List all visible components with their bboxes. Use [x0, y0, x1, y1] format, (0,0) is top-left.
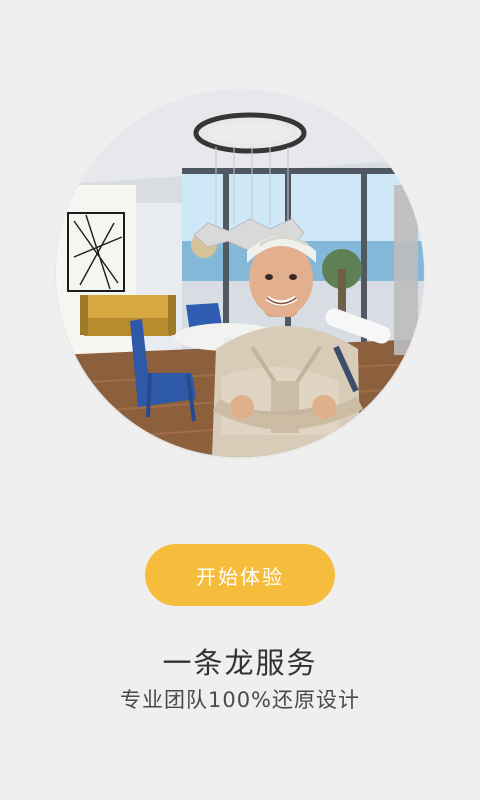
- start-experience-button[interactable]: 开始体验: [145, 544, 335, 606]
- hero-photo-circle: [56, 89, 424, 457]
- hero-image: [56, 89, 424, 457]
- room-illustration: [56, 89, 424, 457]
- page-subtitle: 专业团队100%还原设计: [119, 688, 361, 712]
- page-title: 一条龙服务: [162, 646, 318, 680]
